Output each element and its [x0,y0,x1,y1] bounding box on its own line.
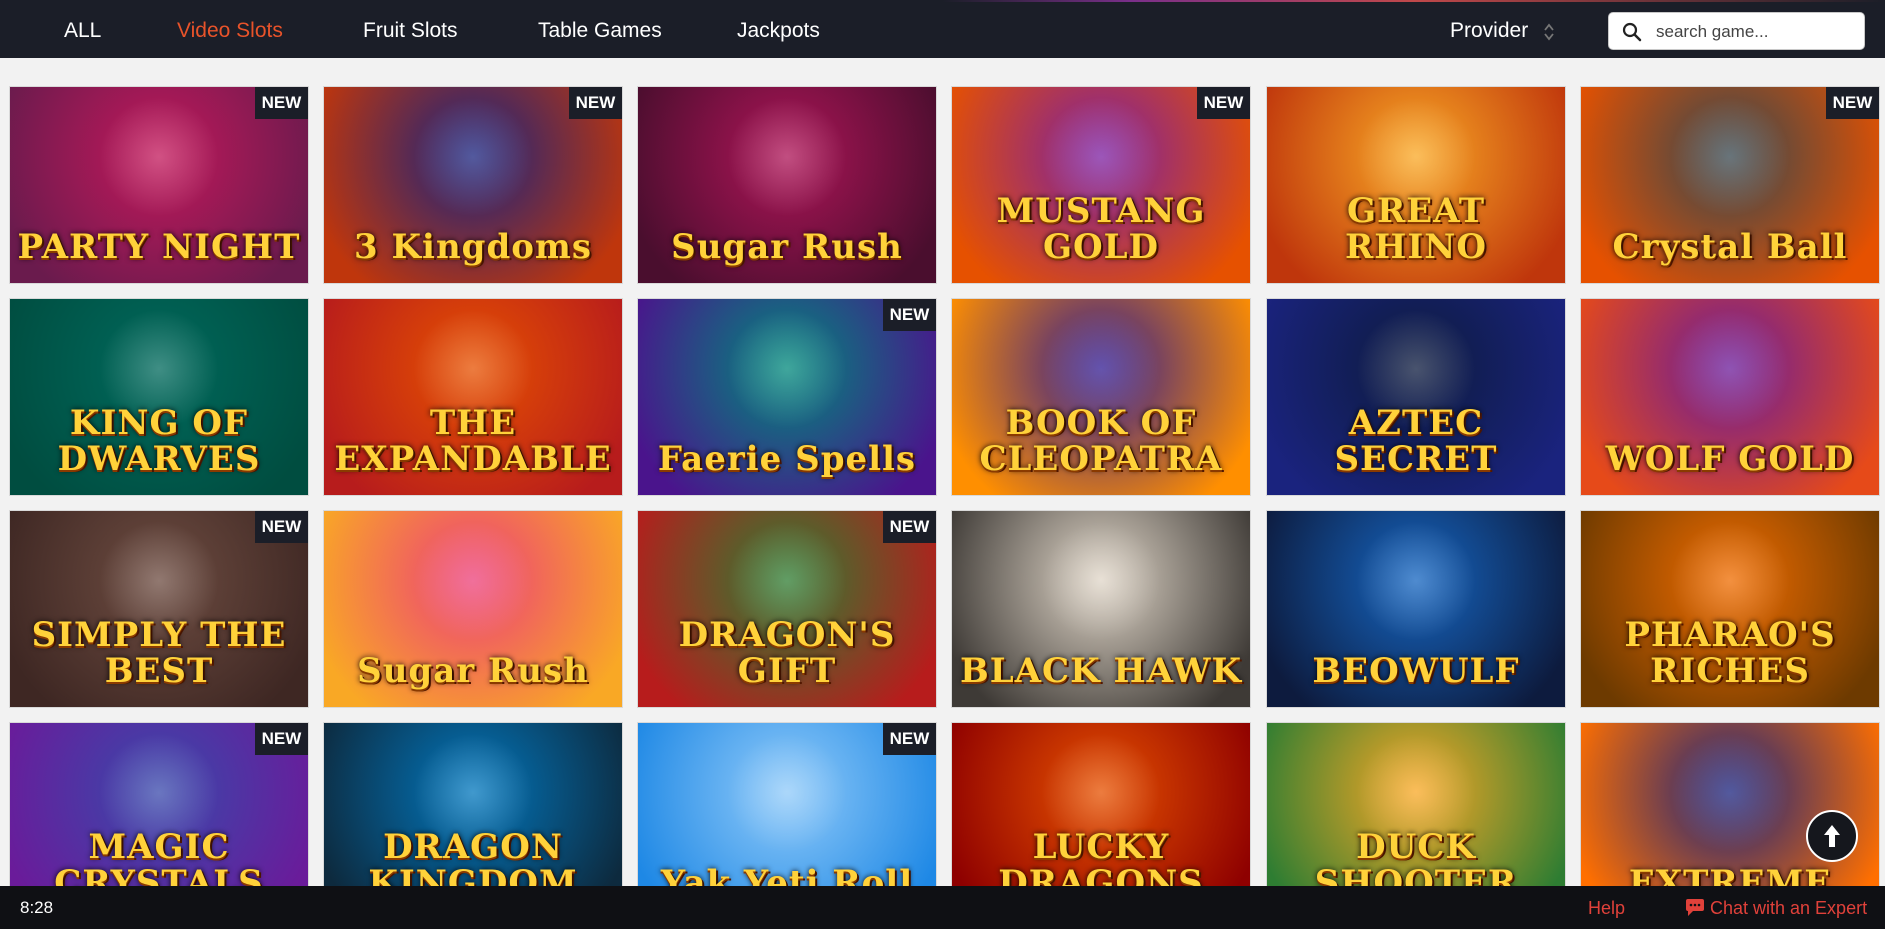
nav-tab-video-slots[interactable]: Video Slots [177,19,283,43]
game-title: EXTREME [1628,863,1832,886]
chat-bubble-icon [1686,899,1704,916]
search-box [1608,12,1865,50]
chat-label: Chat with an Expert [1710,898,1868,918]
game-card[interactable]: Crystal Ball NEW [1580,86,1880,284]
nav-tab-all[interactable]: ALL [64,19,101,43]
game-title: AZTEC SECRET [1334,403,1498,479]
game-card[interactable]: MUSTANG GOLD NEW [951,86,1251,284]
game-artwork [1356,521,1476,641]
game-title: MUSTANG GOLD [996,191,1206,267]
game-card[interactable]: 3 Kingdoms NEW [323,86,623,284]
game-card[interactable]: KING OF DWARVES [9,298,309,496]
game-title: BLACK HAWK [959,651,1243,691]
game-card[interactable]: AZTEC SECRET [1266,298,1566,496]
game-title: PARTY NIGHT [17,227,301,267]
new-badge: NEW [255,87,308,119]
game-title: Sugar Rush [671,227,903,267]
game-title: DRAGON'S GIFT [678,615,896,691]
new-badge: NEW [883,511,936,543]
game-title: LUCKY DRAGONS [998,827,1204,886]
footer-bar: 8:28 Help Chat with an Expert [0,886,1885,929]
game-artwork [727,309,847,429]
game-card[interactable]: MAGIC CRYSTALS NEW [9,722,309,886]
provider-label: Provider [1450,19,1529,42]
game-card[interactable]: PHARAO'S RICHES [1580,510,1880,708]
game-artwork [1670,733,1790,853]
game-grid: PARTY NIGHT NEW 3 Kingdoms NEW Sugar Rush MUS… [0,58,1885,886]
game-title: SIMPLY THE BEST [31,615,287,691]
nav-tab-fruit-slots[interactable]: Fruit Slots [363,19,458,43]
nav-tab-jackpots[interactable]: Jackpots [737,19,820,43]
game-artwork [1670,97,1790,217]
new-badge: NEW [1826,87,1879,119]
game-card[interactable]: BLACK HAWK [951,510,1251,708]
arrow-up-icon [1824,825,1840,847]
new-badge: NEW [883,299,936,331]
game-title: THE EXPANDABLE [334,403,612,479]
game-title: 3 Kingdoms [353,227,593,267]
new-badge: NEW [255,511,308,543]
game-title: GREAT RHINO [1345,191,1487,267]
new-badge: NEW [255,723,308,755]
search-input[interactable] [1656,19,1856,45]
game-artwork [727,97,847,217]
clock-time: 8:28 [20,898,54,917]
game-title: BOOK OF CLEOPATRA [979,403,1223,479]
game-card[interactable]: Faerie Spells NEW [637,298,937,496]
game-card[interactable]: WOLF GOLD [1580,298,1880,496]
category-nav-bar: ALL Video Slots Fruit Slots Table Games … [0,2,1885,58]
game-title: Yak Yeti Roll [660,863,914,886]
game-artwork [1670,309,1790,429]
game-card[interactable]: SIMPLY THE BEST NEW [9,510,309,708]
game-title: Crystal Ball [1612,227,1848,267]
chat-with-expert-link[interactable]: Chat with an Expert [1684,898,1867,919]
game-artwork [413,97,533,217]
game-title: MAGIC CRYSTALS [54,827,264,886]
game-card[interactable]: BEOWULF [1266,510,1566,708]
provider-dropdown[interactable]: Provider [1450,19,1554,43]
game-card[interactable]: DRAGON'S GIFT NEW [637,510,937,708]
game-card[interactable]: PARTY NIGHT NEW [9,86,309,284]
new-badge: NEW [883,723,936,755]
game-artwork [727,733,847,853]
game-title: Faerie Spells [657,439,917,479]
game-artwork [413,521,533,641]
game-card[interactable]: THE EXPANDABLE [323,298,623,496]
game-title: WOLF GOLD [1605,439,1855,479]
help-link[interactable]: Help [1588,898,1625,919]
game-title: DUCK SHOOTER [1314,827,1518,886]
sort-caret-icon [1544,23,1554,41]
game-card[interactable]: Sugar Rush [637,86,937,284]
game-card[interactable]: DRAGON KINGDOM [323,722,623,886]
game-artwork [99,97,219,217]
game-title: BEOWULF [1312,651,1520,691]
new-badge: NEW [1197,87,1250,119]
search-icon [1622,22,1642,42]
scroll-to-top-button[interactable] [1806,810,1858,862]
game-title: PHARAO'S RICHES [1624,615,1836,691]
new-badge: NEW [569,87,622,119]
game-card[interactable]: BOOK OF CLEOPATRA [951,298,1251,496]
game-card[interactable]: DUCK SHOOTER [1266,722,1566,886]
game-title: KING OF DWARVES [57,403,261,479]
game-title: DRAGON KINGDOM [368,827,578,886]
game-card[interactable]: Yak Yeti Roll NEW [637,722,937,886]
game-artwork [1041,521,1161,641]
game-card[interactable]: GREAT RHINO [1266,86,1566,284]
nav-tab-table-games[interactable]: Table Games [538,19,662,43]
game-card[interactable]: Sugar Rush [323,510,623,708]
game-title: Sugar Rush [357,651,589,691]
game-card[interactable]: LUCKY DRAGONS [951,722,1251,886]
